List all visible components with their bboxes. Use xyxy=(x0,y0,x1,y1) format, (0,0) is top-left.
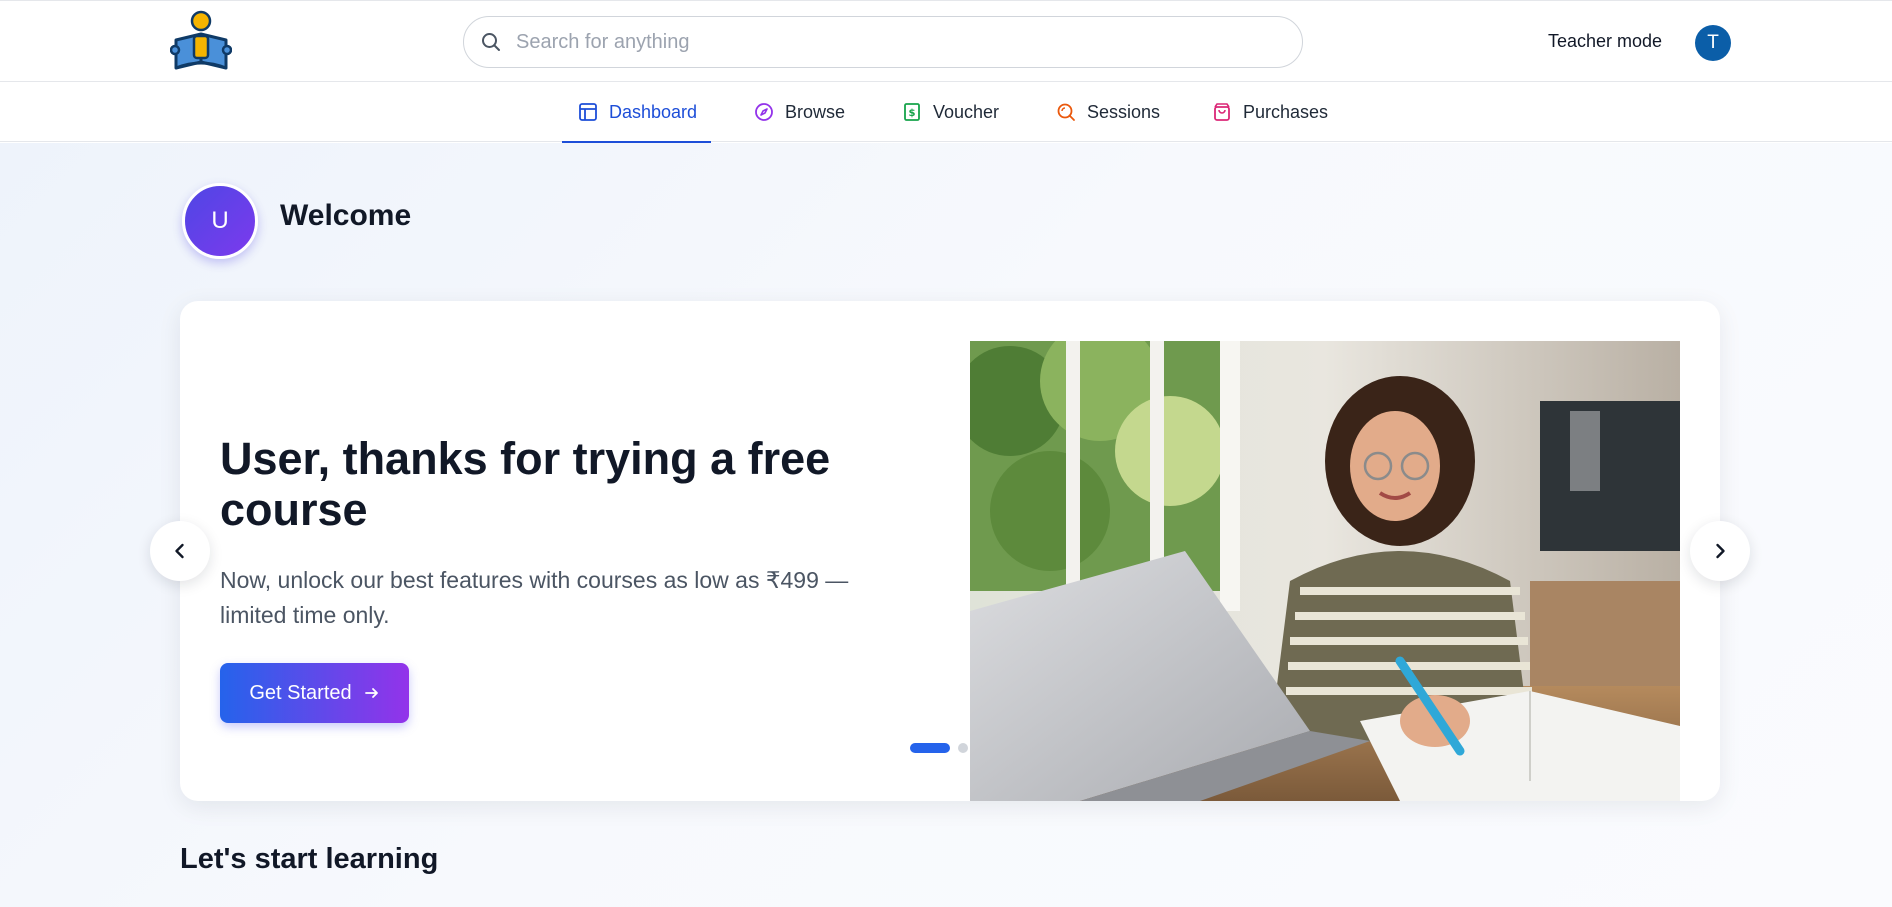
tab-dashboard[interactable]: Dashboard xyxy=(561,82,712,143)
section-title: Let's start learning xyxy=(180,843,439,875)
tab-label: Browse xyxy=(785,101,846,122)
app-logo[interactable] xyxy=(169,10,233,74)
main-nav: Dashboard Browse $ Voucher Sessions Purc… xyxy=(0,82,1892,143)
chevron-left-icon xyxy=(171,542,189,560)
hero-subtitle: Now, unlock our best features with cours… xyxy=(220,567,849,628)
tab-voucher[interactable]: $ Voucher xyxy=(902,82,999,142)
tab-purchases[interactable]: Purchases xyxy=(1212,82,1328,142)
dashboard-icon xyxy=(578,102,598,122)
hero-photo xyxy=(970,341,1680,801)
tab-sessions[interactable]: Sessions xyxy=(1056,82,1160,142)
search-sessions-icon xyxy=(1056,102,1076,122)
tab-label: Dashboard xyxy=(609,101,698,122)
voucher-icon: $ xyxy=(902,102,922,122)
welcome-avatar: U xyxy=(182,183,258,259)
reading-person-logo-icon xyxy=(169,10,233,70)
carousel-next-button[interactable] xyxy=(1690,521,1750,581)
carousel-dot-2[interactable] xyxy=(958,743,968,753)
svg-text:$: $ xyxy=(909,108,916,119)
tab-label: Voucher xyxy=(933,101,1000,122)
user-avatar[interactable]: T xyxy=(1695,25,1731,61)
search-input[interactable] xyxy=(516,30,1276,54)
tab-label: Sessions xyxy=(1087,101,1161,122)
teacher-mode-link[interactable]: Teacher mode xyxy=(1548,31,1662,52)
woman-studying-laptop-image xyxy=(970,341,1680,801)
promo-carousel-card: User, thanks for trying a free course No… xyxy=(180,301,1720,801)
welcome-title: Welcome xyxy=(280,199,412,232)
tab-label: Purchases xyxy=(1243,101,1329,122)
compass-icon xyxy=(754,102,774,122)
top-header: Teacher mode T xyxy=(0,0,1892,82)
main-content: U Welcome User, thanks for trying a free… xyxy=(0,143,1892,907)
tab-browse[interactable]: Browse xyxy=(754,82,845,142)
carousel-prev-button[interactable] xyxy=(150,521,210,581)
search-bar[interactable] xyxy=(463,16,1303,68)
hero-title: User, thanks for trying a free course xyxy=(220,433,831,535)
get-started-button[interactable]: Get Started xyxy=(220,663,409,723)
arrow-right-icon xyxy=(364,685,380,701)
search-icon xyxy=(480,31,502,53)
chevron-right-icon xyxy=(1711,542,1729,560)
carousel-dot-1[interactable] xyxy=(910,743,950,753)
shopping-bag-icon xyxy=(1212,102,1232,122)
cta-label: Get Started xyxy=(249,681,352,704)
